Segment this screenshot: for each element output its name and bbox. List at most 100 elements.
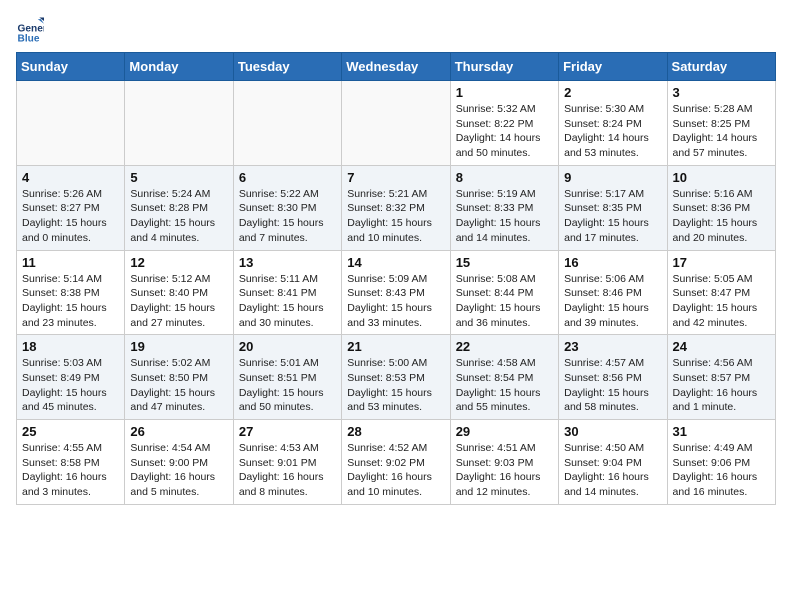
day-cell bbox=[233, 81, 341, 166]
day-header-tuesday: Tuesday bbox=[233, 53, 341, 81]
day-info: Sunrise: 5:22 AM Sunset: 8:30 PM Dayligh… bbox=[239, 187, 336, 246]
day-number: 13 bbox=[239, 255, 336, 270]
day-cell: 4 Sunrise: 5:26 AM Sunset: 8:27 PM Daylig… bbox=[17, 165, 125, 250]
day-number: 16 bbox=[564, 255, 661, 270]
day-number: 18 bbox=[22, 339, 119, 354]
day-info: Sunrise: 4:57 AM Sunset: 8:56 PM Dayligh… bbox=[564, 356, 661, 415]
day-number: 29 bbox=[456, 424, 553, 439]
day-cell: 20 Sunrise: 5:01 AM Sunset: 8:51 PM Dayli… bbox=[233, 335, 341, 420]
week-row-3: 11Sunrise: 5:14 AM Sunset: 8:38 PM Dayli… bbox=[17, 250, 776, 335]
day-cell: 23 Sunrise: 4:57 AM Sunset: 8:56 PM Dayli… bbox=[559, 335, 667, 420]
day-cell: 11Sunrise: 5:14 AM Sunset: 8:38 PM Dayli… bbox=[17, 250, 125, 335]
day-number: 7 bbox=[347, 170, 444, 185]
day-cell: 10 Sunrise: 5:16 AM Sunset: 8:36 PM Dayli… bbox=[667, 165, 775, 250]
day-number: 21 bbox=[347, 339, 444, 354]
day-info: Sunrise: 5:24 AM Sunset: 8:28 PM Dayligh… bbox=[130, 187, 227, 246]
day-number: 3 bbox=[673, 85, 770, 100]
day-number: 8 bbox=[456, 170, 553, 185]
header-row: SundayMondayTuesdayWednesdayThursdayFrid… bbox=[17, 53, 776, 81]
day-number: 15 bbox=[456, 255, 553, 270]
day-cell: 5 Sunrise: 5:24 AM Sunset: 8:28 PM Daylig… bbox=[125, 165, 233, 250]
day-cell: 28 Sunrise: 4:52 AM Sunset: 9:02 PM Dayli… bbox=[342, 420, 450, 505]
day-cell bbox=[17, 81, 125, 166]
day-info: Sunrise: 4:51 AM Sunset: 9:03 PM Dayligh… bbox=[456, 441, 553, 500]
day-number: 26 bbox=[130, 424, 227, 439]
day-cell: 6 Sunrise: 5:22 AM Sunset: 8:30 PM Daylig… bbox=[233, 165, 341, 250]
day-header-sunday: Sunday bbox=[17, 53, 125, 81]
day-number: 17 bbox=[673, 255, 770, 270]
day-header-friday: Friday bbox=[559, 53, 667, 81]
day-number: 4 bbox=[22, 170, 119, 185]
day-info: Sunrise: 5:01 AM Sunset: 8:51 PM Dayligh… bbox=[239, 356, 336, 415]
day-info: Sunrise: 4:58 AM Sunset: 8:54 PM Dayligh… bbox=[456, 356, 553, 415]
day-info: Sunrise: 5:17 AM Sunset: 8:35 PM Dayligh… bbox=[564, 187, 661, 246]
day-number: 9 bbox=[564, 170, 661, 185]
day-info: Sunrise: 5:26 AM Sunset: 8:27 PM Dayligh… bbox=[22, 187, 119, 246]
day-number: 6 bbox=[239, 170, 336, 185]
day-cell: 17Sunrise: 5:05 AM Sunset: 8:47 PM Dayli… bbox=[667, 250, 775, 335]
day-cell: 22Sunrise: 4:58 AM Sunset: 8:54 PM Dayli… bbox=[450, 335, 558, 420]
day-info: Sunrise: 4:55 AM Sunset: 8:58 PM Dayligh… bbox=[22, 441, 119, 500]
day-cell: 2 Sunrise: 5:30 AM Sunset: 8:24 PM Daylig… bbox=[559, 81, 667, 166]
day-cell: 18 Sunrise: 5:03 AM Sunset: 8:49 PM Dayli… bbox=[17, 335, 125, 420]
day-info: Sunrise: 5:02 AM Sunset: 8:50 PM Dayligh… bbox=[130, 356, 227, 415]
day-info: Sunrise: 4:52 AM Sunset: 9:02 PM Dayligh… bbox=[347, 441, 444, 500]
day-cell bbox=[342, 81, 450, 166]
day-cell: 1 Sunrise: 5:32 AM Sunset: 8:22 PM Daylig… bbox=[450, 81, 558, 166]
day-cell: 8Sunrise: 5:19 AM Sunset: 8:33 PM Daylig… bbox=[450, 165, 558, 250]
week-row-4: 18 Sunrise: 5:03 AM Sunset: 8:49 PM Dayli… bbox=[17, 335, 776, 420]
day-cell: 27 Sunrise: 4:53 AM Sunset: 9:01 PM Dayli… bbox=[233, 420, 341, 505]
logo: General Blue bbox=[16, 16, 48, 44]
day-number: 27 bbox=[239, 424, 336, 439]
day-header-saturday: Saturday bbox=[667, 53, 775, 81]
day-info: Sunrise: 4:54 AM Sunset: 9:00 PM Dayligh… bbox=[130, 441, 227, 500]
calendar-table: SundayMondayTuesdayWednesdayThursdayFrid… bbox=[16, 52, 776, 505]
day-number: 30 bbox=[564, 424, 661, 439]
day-info: Sunrise: 5:21 AM Sunset: 8:32 PM Dayligh… bbox=[347, 187, 444, 246]
day-number: 12 bbox=[130, 255, 227, 270]
day-info: Sunrise: 4:50 AM Sunset: 9:04 PM Dayligh… bbox=[564, 441, 661, 500]
day-info: Sunrise: 5:32 AM Sunset: 8:22 PM Dayligh… bbox=[456, 102, 553, 161]
logo-icon: General Blue bbox=[16, 16, 44, 44]
day-number: 20 bbox=[239, 339, 336, 354]
day-cell: 31 Sunrise: 4:49 AM Sunset: 9:06 PM Dayli… bbox=[667, 420, 775, 505]
day-info: Sunrise: 5:30 AM Sunset: 8:24 PM Dayligh… bbox=[564, 102, 661, 161]
day-cell: 12 Sunrise: 5:12 AM Sunset: 8:40 PM Dayli… bbox=[125, 250, 233, 335]
week-row-2: 4 Sunrise: 5:26 AM Sunset: 8:27 PM Daylig… bbox=[17, 165, 776, 250]
day-cell: 24 Sunrise: 4:56 AM Sunset: 8:57 PM Dayli… bbox=[667, 335, 775, 420]
day-header-thursday: Thursday bbox=[450, 53, 558, 81]
week-row-1: 1 Sunrise: 5:32 AM Sunset: 8:22 PM Daylig… bbox=[17, 81, 776, 166]
day-cell: 30 Sunrise: 4:50 AM Sunset: 9:04 PM Dayli… bbox=[559, 420, 667, 505]
day-number: 31 bbox=[673, 424, 770, 439]
page-header: General Blue bbox=[16, 16, 776, 44]
day-info: Sunrise: 5:06 AM Sunset: 8:46 PM Dayligh… bbox=[564, 272, 661, 331]
day-cell bbox=[125, 81, 233, 166]
day-number: 23 bbox=[564, 339, 661, 354]
day-cell: 19 Sunrise: 5:02 AM Sunset: 8:50 PM Dayli… bbox=[125, 335, 233, 420]
day-info: Sunrise: 4:49 AM Sunset: 9:06 PM Dayligh… bbox=[673, 441, 770, 500]
day-number: 2 bbox=[564, 85, 661, 100]
day-info: Sunrise: 5:16 AM Sunset: 8:36 PM Dayligh… bbox=[673, 187, 770, 246]
day-number: 1 bbox=[456, 85, 553, 100]
day-number: 19 bbox=[130, 339, 227, 354]
day-info: Sunrise: 5:03 AM Sunset: 8:49 PM Dayligh… bbox=[22, 356, 119, 415]
week-row-5: 25Sunrise: 4:55 AM Sunset: 8:58 PM Dayli… bbox=[17, 420, 776, 505]
day-number: 28 bbox=[347, 424, 444, 439]
day-header-wednesday: Wednesday bbox=[342, 53, 450, 81]
day-cell: 7 Sunrise: 5:21 AM Sunset: 8:32 PM Daylig… bbox=[342, 165, 450, 250]
day-cell: 16 Sunrise: 5:06 AM Sunset: 8:46 PM Dayli… bbox=[559, 250, 667, 335]
day-cell: 14 Sunrise: 5:09 AM Sunset: 8:43 PM Dayli… bbox=[342, 250, 450, 335]
day-info: Sunrise: 5:09 AM Sunset: 8:43 PM Dayligh… bbox=[347, 272, 444, 331]
day-number: 5 bbox=[130, 170, 227, 185]
day-number: 10 bbox=[673, 170, 770, 185]
day-info: Sunrise: 5:12 AM Sunset: 8:40 PM Dayligh… bbox=[130, 272, 227, 331]
day-info: Sunrise: 4:56 AM Sunset: 8:57 PM Dayligh… bbox=[673, 356, 770, 415]
day-cell: 25Sunrise: 4:55 AM Sunset: 8:58 PM Dayli… bbox=[17, 420, 125, 505]
day-info: Sunrise: 5:00 AM Sunset: 8:53 PM Dayligh… bbox=[347, 356, 444, 415]
day-number: 14 bbox=[347, 255, 444, 270]
day-cell: 29 Sunrise: 4:51 AM Sunset: 9:03 PM Dayli… bbox=[450, 420, 558, 505]
day-header-monday: Monday bbox=[125, 53, 233, 81]
day-number: 24 bbox=[673, 339, 770, 354]
day-info: Sunrise: 4:53 AM Sunset: 9:01 PM Dayligh… bbox=[239, 441, 336, 500]
day-info: Sunrise: 5:14 AM Sunset: 8:38 PM Dayligh… bbox=[22, 272, 119, 331]
